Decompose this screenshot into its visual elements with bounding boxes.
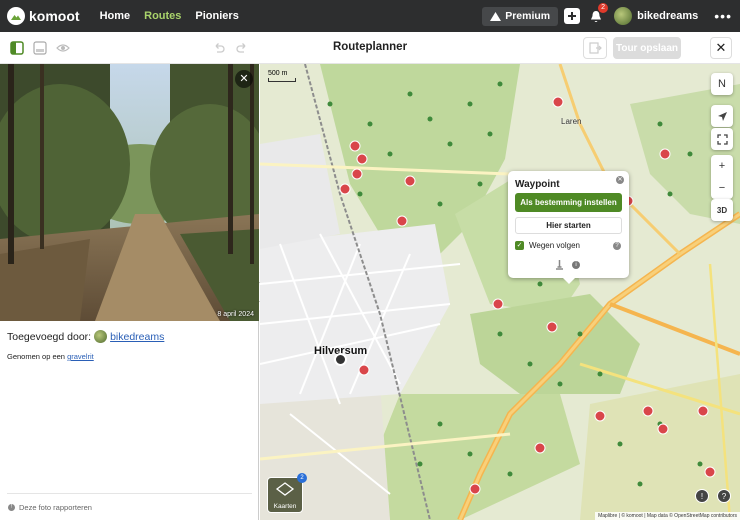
taken-on-label: Genomen op een [7,352,65,361]
compass-icon: N [718,78,726,90]
photo-panel: ✕ 8 april 2024 Toegevoegd door: bikedrea… [0,64,259,520]
premium-button[interactable]: Premium [482,6,559,26]
waypoint-actions: i [555,260,580,270]
taken-on: Genomen op een gravelrit [7,352,94,361]
planner-toolbar: Routeplanner Tour opslaan ✕ [0,32,740,64]
brand-name: komoot [29,8,80,24]
username[interactable]: bikedreams [637,10,698,22]
3d-toggle-button[interactable]: 3D [711,199,733,221]
eye-icon[interactable] [56,41,70,55]
zoom-out-button[interactable]: − [711,177,733,199]
map-canvas [260,64,740,520]
info-icon[interactable]: i [572,261,580,269]
mountain-icon [490,11,502,21]
save-tour-button[interactable]: Tour opslaan [613,37,681,59]
nav-link-home[interactable]: Home [100,10,131,22]
map-attribution: Maplibre | © komoot | Map data © OpenStr… [595,512,740,520]
main-nav-links: Home Routes Pioniers [100,10,253,22]
photo-date: 8 april 2024 [217,311,254,318]
uploader-avatar[interactable] [94,330,108,343]
divider [7,493,252,494]
locate-button[interactable] [711,105,733,127]
map-scale: 500 m [268,70,296,82]
plus-icon [568,12,577,20]
layout-icon[interactable] [33,41,47,55]
layers-icon [275,482,295,496]
zoom-in-button[interactable]: + [711,155,733,177]
follow-roads-label: Wegen volgen [529,241,580,250]
start-here-button[interactable]: Hier starten [515,217,622,234]
close-planner-button[interactable]: ✕ [710,37,732,59]
map-layers-count: 2 [297,473,307,483]
report-photo-link[interactable]: ! Deze foto rapporteren [8,503,92,512]
map-scale-label: 500 m [268,70,288,77]
navigation-arrow-icon [711,105,733,127]
close-popup-icon[interactable]: ✕ [616,176,624,184]
notifications-button[interactable]: 2 [588,3,609,24]
uploader-link[interactable]: bikedreams [110,331,164,343]
trail-photo: ✕ 8 april 2024 [0,64,259,321]
map-scale-bar [268,78,296,82]
compass-button[interactable]: N [711,73,733,95]
nav-right: Premium 2 bikedreams ••• [482,0,732,32]
checkbox-checked-icon: ✓ [515,241,524,250]
taken-on-link[interactable]: gravelrit [67,352,94,361]
komoot-logo[interactable]: komoot [7,7,80,25]
3d-label: 3D [716,205,728,215]
help-icon[interactable]: ? [613,242,621,250]
user-avatar[interactable] [614,7,633,25]
help-button[interactable]: ? [717,489,731,503]
map[interactable]: 500 m Laren Hilversum N + − 3D Waypoint … [260,64,740,520]
create-button[interactable] [564,8,581,24]
notifications-count-badge: 2 [598,3,609,13]
added-by: Toegevoegd door: bikedreams [7,330,164,343]
zoom-controls: + − [711,155,733,199]
map-layers-button[interactable]: Kaarten 2 [267,473,307,513]
report-photo-label: Deze foto rapporteren [19,503,92,512]
home-marker-icon[interactable] [334,353,347,366]
info-icon: ! [8,504,15,511]
info-button[interactable]: ! [695,489,709,503]
top-navigation: komoot Home Routes Pioniers Premium 2 bi… [0,0,740,32]
follow-roads-checkbox[interactable]: ✓ Wegen volgen [515,241,580,250]
fit-view-button[interactable] [711,128,733,150]
sidebar-toggle-icon[interactable] [10,41,24,55]
komoot-logo-icon [7,7,25,25]
pin-icon[interactable] [555,260,564,270]
fullscreen-icon [711,128,733,150]
map-layers-label: Kaarten [273,503,297,510]
nav-link-pioneers[interactable]: Pioniers [195,10,238,22]
waypoint-title: Waypoint [515,179,560,190]
export-button[interactable] [583,37,607,59]
undo-icon[interactable] [212,41,226,55]
nav-link-routes[interactable]: Routes [144,10,181,22]
export-icon [589,42,602,54]
close-photo-button[interactable]: ✕ [235,70,253,88]
waypoint-popup: Waypoint ✕ Als bestemming instellen Hier… [508,171,629,284]
set-destination-button[interactable]: Als bestemming instellen [515,193,622,212]
redo-icon[interactable] [235,41,249,55]
map-label-laren: Laren [561,117,582,126]
more-menu-button[interactable]: ••• [714,8,732,24]
premium-label: Premium [505,10,551,22]
added-by-label: Toegevoegd door: [7,330,92,343]
